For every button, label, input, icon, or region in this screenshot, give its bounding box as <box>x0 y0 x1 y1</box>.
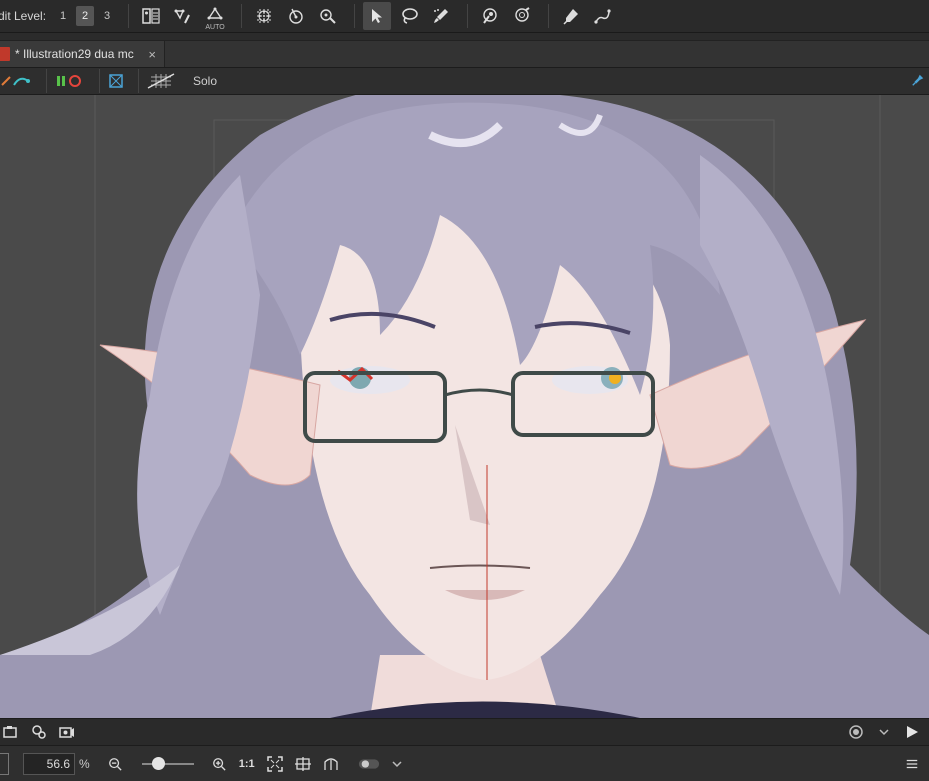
menu-icon[interactable] <box>901 753 923 775</box>
zoom-out-icon[interactable] <box>104 753 126 775</box>
edit-level-2[interactable]: 2 <box>76 6 95 26</box>
zoom-input[interactable]: 56.6 <box>23 752 75 775</box>
display-toggle-icon[interactable] <box>358 753 380 775</box>
pin-button[interactable] <box>476 2 504 30</box>
pen-tool-button[interactable] <box>557 2 585 30</box>
play-icon[interactable] <box>901 721 923 743</box>
auto-mesh-icon <box>207 7 223 20</box>
reference-layer-button[interactable] <box>137 2 165 30</box>
center-view-icon[interactable] <box>292 753 314 775</box>
curve-tool-button[interactable] <box>589 2 617 30</box>
deformer-display-button[interactable] <box>108 70 124 92</box>
curve-icon <box>594 9 611 24</box>
glue-icon <box>320 9 336 24</box>
auto-mesh-button[interactable]: AUTO <box>201 2 229 31</box>
character-illustration <box>0 95 929 718</box>
arrow-tool-button[interactable] <box>363 2 392 30</box>
mesh-grid-icon <box>257 9 272 23</box>
edit-level-3[interactable]: 3 <box>98 6 116 26</box>
toolbar-divider <box>128 4 130 28</box>
glue-button[interactable] <box>314 2 342 30</box>
pin-circle-icon <box>483 8 497 24</box>
toolbar-divider <box>467 4 469 28</box>
toolbar-divider <box>138 69 139 93</box>
chevron-down-icon[interactable] <box>386 753 408 775</box>
zoom-bar: 56.6 % 1:1 <box>0 745 929 781</box>
brush-select-button[interactable] <box>427 2 455 30</box>
chevron-down-icon[interactable] <box>873 721 895 743</box>
auto-label: AUTO <box>205 24 225 31</box>
zoom-slider[interactable] <box>141 756 194 770</box>
pin-target-icon <box>515 7 530 22</box>
pen-icon <box>563 9 579 25</box>
editor-canvas[interactable] <box>0 95 929 718</box>
actual-size-button[interactable]: 1:1 <box>236 753 258 775</box>
tab-title: * Illustration29 dua mc <box>15 47 134 61</box>
brush-select-icon <box>434 9 449 23</box>
document-tab[interactable]: * Illustration29 dua mc × <box>0 41 165 67</box>
pushpin-icon[interactable] <box>911 73 925 87</box>
zoom-in-icon[interactable] <box>208 753 230 775</box>
toolbar-divider <box>241 4 243 28</box>
edit-level-1[interactable]: 1 <box>54 6 72 26</box>
screenshot-icon[interactable] <box>56 721 78 743</box>
model-file-icon <box>0 47 10 61</box>
solo-toggle[interactable]: Solo <box>193 74 217 88</box>
deformer-display-icon <box>109 74 123 88</box>
deform-brush-button[interactable] <box>169 2 197 30</box>
lasso-icon <box>402 8 418 24</box>
rotate-deformer-icon <box>289 8 303 24</box>
toolbar-divider <box>548 4 550 28</box>
mesh-hidden-button[interactable] <box>147 70 175 92</box>
lasso-tool-button[interactable] <box>395 2 423 30</box>
deform-brush-icon <box>174 9 190 24</box>
mesh-grid-button[interactable] <box>250 2 278 30</box>
rotate-deformer-button[interactable] <box>282 2 310 30</box>
panel-toggle[interactable] <box>0 752 9 775</box>
mesh-hidden-icon <box>147 73 175 89</box>
toolbar-divider <box>46 69 47 93</box>
zoom-unit: % <box>79 756 90 771</box>
zoom-slider-knob[interactable] <box>151 756 165 770</box>
pin-target-button[interactable] <box>508 2 536 30</box>
arrow-cursor-icon <box>372 9 383 23</box>
edit-level-label: dit Level: <box>0 9 47 23</box>
document-tab-bar: * Illustration29 dua mc × <box>0 40 929 68</box>
fit-to-window-icon[interactable] <box>264 753 286 775</box>
path-display-icon <box>1 76 30 86</box>
playback-mode-icon[interactable] <box>845 721 867 743</box>
path-display-button[interactable] <box>0 70 32 92</box>
camera-icon[interactable] <box>0 721 22 743</box>
toolbar-divider <box>354 4 356 28</box>
record-icon[interactable] <box>28 721 50 743</box>
tab-close-icon[interactable]: × <box>148 47 156 62</box>
glue-display-icon <box>57 75 81 87</box>
flip-view-icon[interactable] <box>320 753 342 775</box>
toolbar-divider <box>99 69 100 93</box>
reference-layer-icon <box>142 8 160 24</box>
top-toolbar: dit Level: 1 2 3 AUTO <box>0 0 929 33</box>
glue-display-button[interactable] <box>55 70 85 92</box>
animation-bar <box>0 718 929 745</box>
view-toolbar: Solo <box>0 68 929 95</box>
